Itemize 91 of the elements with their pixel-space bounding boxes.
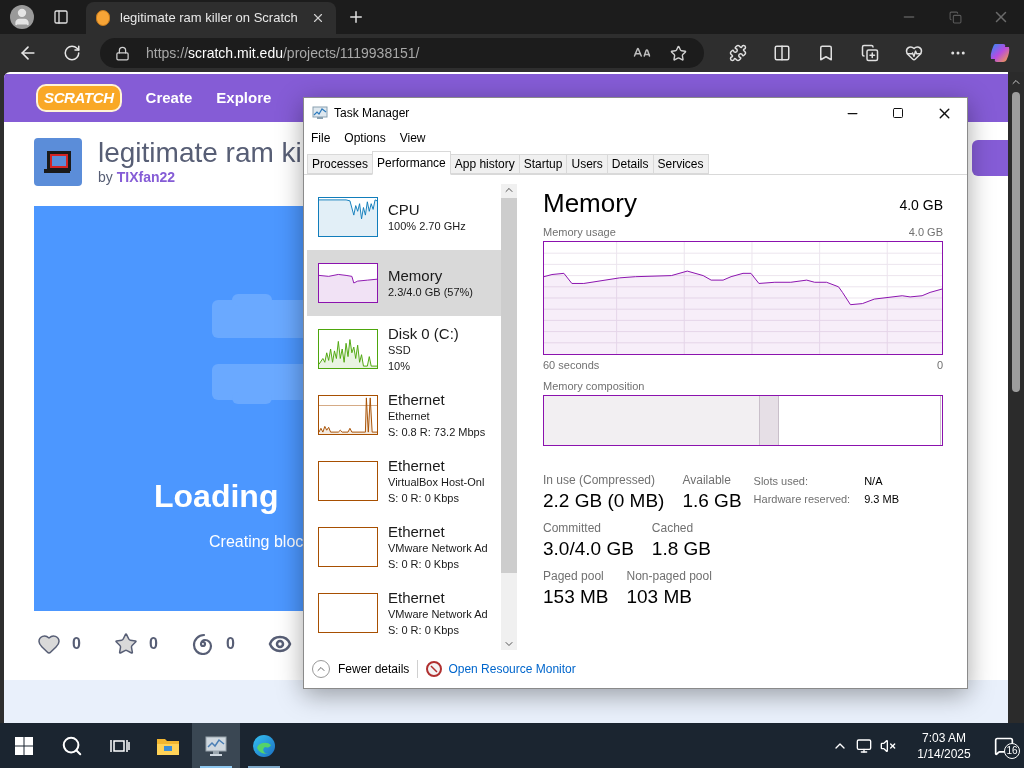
stat-label: In use (Compressed) [543, 471, 657, 488]
stat-value: 3.0/4.0 GB [543, 536, 634, 561]
item-detail: Ethernet [388, 408, 431, 424]
performance-item[interactable]: Ethernet Ethernet S: 0.8 R: 73.2 Mbps [307, 382, 501, 448]
axis-start-label: 60 seconds [543, 357, 600, 373]
stat-label: Slots used: [753, 473, 809, 489]
address-bar[interactable]: https://scratch.mit.edu/projects/1119938151/ [100, 38, 704, 68]
nav-link[interactable]: Explore [216, 86, 272, 110]
tab[interactable]: Processes [307, 154, 374, 174]
item-title: CPU [388, 200, 421, 218]
tab[interactable]: App history [449, 154, 520, 174]
task-manager-button[interactable] [192, 723, 240, 768]
composition-label: Memory composition [543, 379, 646, 394]
item-detail: SSD [388, 342, 412, 358]
tab-title: legitimate ram killer on Scratch [120, 9, 299, 28]
chart-max-label: 4.0 GB [908, 225, 943, 240]
tab[interactable]: Services [652, 154, 709, 174]
profile-avatar[interactable] [10, 5, 34, 29]
menu-item[interactable]: Options [340, 129, 390, 147]
item-detail: S: 0 R: 0 Kbps [388, 490, 460, 506]
tab[interactable]: Users [566, 154, 608, 174]
item-detail: VirtualBox Host-Onl [388, 474, 485, 490]
url-text: https://scratch.mit.edu/projects/1119938151/ [146, 43, 421, 63]
item-detail: VMware Network Ad [388, 606, 488, 622]
performance-item[interactable]: Ethernet VMware Network Ad S: 0 R: 0 Kbps [307, 580, 501, 646]
clock-time[interactable]: 7:03 AM [922, 729, 966, 746]
item-detail: 2.3/4.0 GB (57%) [388, 284, 473, 300]
stat-value: 2.2 GB (0 MB) [543, 488, 665, 513]
window-title: Task Manager [334, 105, 410, 122]
item-detail: S: 0 R: 0 Kbps [388, 556, 460, 572]
clock-date[interactable]: 1/14/2025 [917, 745, 971, 762]
item-title: Ethernet [388, 522, 446, 540]
author-link[interactable]: TIXfan22 [116, 168, 176, 186]
detail-heading: Memory [543, 188, 637, 218]
stat-value: 9.3 MB [864, 491, 900, 507]
item-detail: S: 0.8 R: 73.2 Mbps [388, 424, 486, 440]
notification-count: 16 [1004, 743, 1020, 759]
item-detail: S: 0 R: 0 Kbps [388, 622, 460, 638]
stat-label: Hardware reserved: [753, 491, 851, 507]
stat-label: Cached [651, 519, 695, 536]
byline-text: by [98, 168, 113, 186]
item-detail: VMware Network Ad [388, 540, 488, 556]
stat-value: 153 MB [543, 584, 609, 609]
menu-item[interactable]: View [395, 129, 430, 147]
item-title: Ethernet [388, 390, 446, 408]
browser-tab[interactable]: legitimate ram killer on Scratch [86, 2, 336, 34]
resource-monitor-icon [426, 661, 443, 677]
tab[interactable]: Details [606, 154, 654, 174]
tab[interactable]: Performance [372, 151, 451, 175]
task-manager-icon [312, 106, 328, 120]
axis-end-label: 0 [936, 357, 943, 373]
item-detail: 100% 2.70 GHz [388, 218, 466, 234]
stat-label: Paged pool [543, 567, 605, 584]
performance-item[interactable]: Ethernet VirtualBox Host-Onl S: 0 R: 0 Kbps [307, 448, 501, 514]
performance-item[interactable]: Disk 0 (C:) SSD 10% [307, 316, 501, 382]
start-icon [15, 736, 33, 755]
stat-count: 0 [149, 634, 158, 654]
stat-label: Available [682, 471, 732, 488]
scroll-thumb[interactable] [1012, 92, 1020, 392]
project-thumbnail [34, 138, 82, 186]
project-title: legitimate ram ki [98, 138, 302, 168]
item-detail: 10% [388, 358, 412, 374]
performance-item[interactable]: Ethernet VMware Network Ad S: 0 R: 0 Kbps [307, 514, 501, 580]
stat-label: Non-paged pool [626, 567, 712, 584]
search-icon [61, 734, 83, 757]
fewer-details-button[interactable]: Fewer details [312, 660, 410, 678]
browser-icon [252, 733, 276, 758]
task-manager-icon [204, 734, 228, 757]
item-title: Ethernet [388, 456, 446, 474]
resource-monitor-link[interactable]: Open Resource Monitor [448, 660, 576, 678]
total-memory: 4.0 GB [899, 196, 943, 215]
item-title: Disk 0 (C:) [388, 324, 459, 342]
item-title: Ethernet [388, 588, 446, 606]
stat-count: 0 [226, 634, 235, 654]
menu-item[interactable]: File [307, 129, 335, 147]
chart-label: Memory usage [543, 225, 616, 240]
stat-label: Committed [543, 519, 602, 536]
item-title: Memory [388, 266, 444, 284]
performance-item[interactable]: Memory 2.3/4.0 GB (57%) [307, 250, 501, 316]
notifications-button[interactable]: 16 [984, 723, 1024, 768]
stat-value: 103 MB [626, 584, 693, 609]
stat-count: 0 [72, 634, 81, 654]
loading-heading: Loading [154, 478, 280, 514]
stat-value: 1.8 GB [651, 536, 711, 561]
star-icon[interactable] [113, 631, 139, 657]
stat-value: N/A [864, 473, 884, 489]
tab[interactable]: Startup [518, 154, 568, 174]
nav-link[interactable]: Create [145, 86, 193, 110]
loading-status: Creating bloc [209, 532, 303, 552]
performance-item[interactable]: CPU 100% 2.70 GHz [307, 184, 501, 250]
stat-value: 1.6 GB [682, 488, 742, 513]
